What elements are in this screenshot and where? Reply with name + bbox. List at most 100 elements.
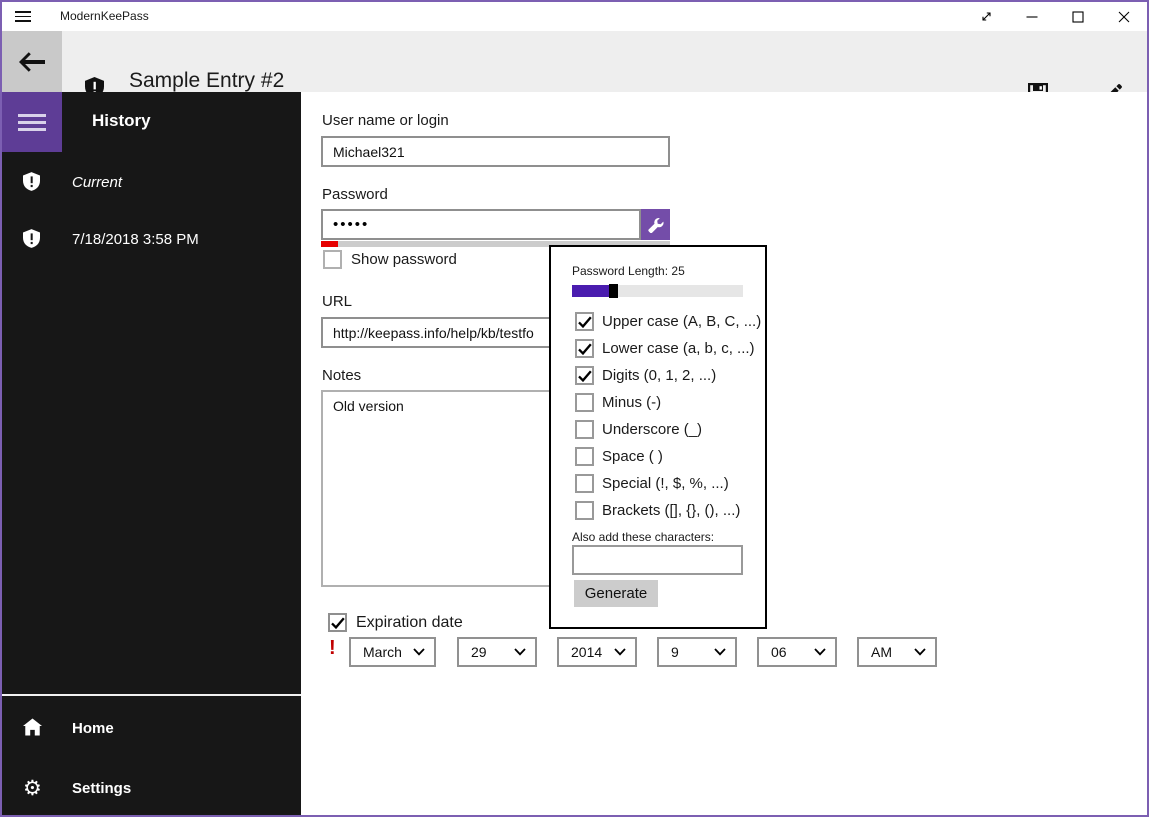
minute-dropdown[interactable]: 06 [757, 637, 837, 667]
shield-icon [23, 229, 40, 248]
check-icon [577, 369, 592, 382]
dropdown-value: March [363, 644, 402, 660]
shield-icon [23, 172, 40, 191]
app-window: ModernKeePass Sample Entry #2 sample [0, 0, 1149, 817]
option-label: Brackets ([], {}, (), ...) [602, 502, 741, 519]
day-dropdown[interactable]: 29 [457, 637, 537, 667]
sidebar-item-home[interactable]: Home [2, 718, 301, 758]
generate-button[interactable]: Generate [574, 580, 658, 607]
option-space: Space ( ) [575, 447, 663, 466]
lower-case-checkbox[interactable] [575, 339, 594, 358]
underscore-checkbox[interactable] [575, 420, 594, 439]
minimize-icon [1026, 15, 1038, 18]
minimize-button[interactable] [1009, 2, 1055, 31]
option-label: Upper case (A, B, C, ...) [602, 313, 762, 330]
entry-header: Sample Entry #2 sample [2, 31, 1147, 116]
close-button[interactable] [1101, 2, 1147, 31]
chevron-down-icon [914, 648, 926, 656]
dropdown-value: 06 [771, 644, 787, 660]
password-generator-popup: Password Length: 25 Upper case (A, B, C,… [549, 245, 767, 629]
password-length-slider[interactable] [572, 284, 743, 298]
check-icon [577, 315, 592, 328]
history-item-current[interactable]: Current [2, 172, 301, 212]
year-dropdown[interactable]: 2014 [557, 637, 637, 667]
sidebar-item-label: Home [72, 720, 114, 737]
slider-thumb[interactable] [609, 284, 619, 298]
dropdown-value: 29 [471, 644, 487, 660]
sidebar: History Current 7/18/2018 3:58 PM Home ⚙… [2, 92, 301, 815]
sidebar-divider [2, 694, 301, 696]
maximize-icon [1072, 10, 1084, 23]
month-dropdown[interactable]: March [349, 637, 436, 667]
option-digits: Digits (0, 1, 2, ...) [575, 366, 716, 385]
dropdown-value: 9 [671, 644, 679, 660]
dropdown-value: 2014 [571, 644, 603, 660]
password-length-label: Password Length: 25 [572, 264, 685, 278]
also-add-label: Also add these characters: [572, 530, 715, 544]
show-password-label: Show password [351, 251, 457, 268]
history-item-label: 7/18/2018 3:58 PM [72, 231, 199, 248]
gear-icon: ⚙ [23, 776, 42, 800]
space-checkbox[interactable] [575, 447, 594, 466]
sidebar-item-label: Settings [72, 780, 132, 797]
sidebar-heading: History [92, 111, 151, 130]
expiration-checkbox[interactable] [328, 613, 347, 632]
option-label: Digits (0, 1, 2, ...) [602, 367, 717, 384]
option-special: Special (!, $, %, ...) [575, 474, 729, 493]
password-field-group [321, 209, 670, 240]
chevron-down-icon [714, 648, 726, 656]
option-label: Minus (-) [602, 394, 662, 411]
titlebar-hamburger-icon[interactable] [15, 7, 35, 26]
brackets-checkbox[interactable] [575, 501, 594, 520]
username-input[interactable] [321, 136, 670, 167]
titlebar: ModernKeePass [2, 2, 1147, 31]
slider-fill [572, 285, 614, 297]
wrench-icon [647, 217, 664, 233]
dropdown-value: AM [871, 644, 892, 660]
option-label: Space ( ) [602, 448, 663, 465]
home-icon [23, 718, 42, 736]
fullscreen-icon [981, 12, 991, 21]
check-icon [577, 342, 592, 355]
back-button[interactable] [2, 31, 62, 92]
history-item-label: Current [72, 174, 123, 191]
minus-checkbox[interactable] [575, 393, 594, 412]
maximize-button[interactable] [1055, 2, 1101, 31]
chevron-down-icon [514, 648, 526, 656]
password-label: Password [322, 186, 388, 203]
chevron-down-icon [814, 648, 826, 656]
upper-case-checkbox[interactable] [575, 312, 594, 331]
close-icon [1118, 11, 1130, 22]
option-lower-case: Lower case (a, b, c, ...) [575, 339, 755, 358]
username-label: User name or login [322, 112, 449, 129]
show-password-row: Show password [323, 250, 457, 269]
digits-checkbox[interactable] [575, 366, 594, 385]
option-label: Underscore (_) [602, 421, 703, 438]
check-icon [330, 616, 345, 629]
show-password-checkbox[interactable] [323, 250, 342, 269]
window-title: ModernKeePass [60, 9, 149, 23]
chevron-down-icon [614, 648, 626, 656]
fullscreen-button[interactable] [963, 2, 1009, 31]
nav-hamburger-button[interactable] [2, 92, 62, 152]
special-checkbox[interactable] [575, 474, 594, 493]
url-label: URL [322, 293, 353, 310]
back-arrow-icon [19, 51, 45, 72]
ampm-dropdown[interactable]: AM [857, 637, 937, 667]
window-controls [963, 2, 1147, 31]
option-brackets: Brackets ([], {}, (), ...) [575, 501, 740, 520]
password-generator-button[interactable] [641, 209, 670, 240]
password-input[interactable] [321, 209, 641, 240]
option-minus: Minus (-) [575, 393, 661, 412]
extra-characters-input[interactable] [572, 545, 743, 575]
expiration-row: Expiration date [328, 613, 463, 632]
sidebar-item-settings[interactable]: ⚙ Settings [2, 776, 301, 815]
option-label: Special (!, $, %, ...) [602, 475, 729, 492]
history-item-dated[interactable]: 7/18/2018 3:58 PM [2, 229, 301, 269]
expired-warning-icon: ! [329, 637, 336, 659]
option-label: Lower case (a, b, c, ...) [602, 340, 755, 357]
option-upper-case: Upper case (A, B, C, ...) [575, 312, 761, 331]
hour-dropdown[interactable]: 9 [657, 637, 737, 667]
expiration-label: Expiration date [356, 613, 463, 631]
chevron-down-icon [413, 648, 425, 656]
